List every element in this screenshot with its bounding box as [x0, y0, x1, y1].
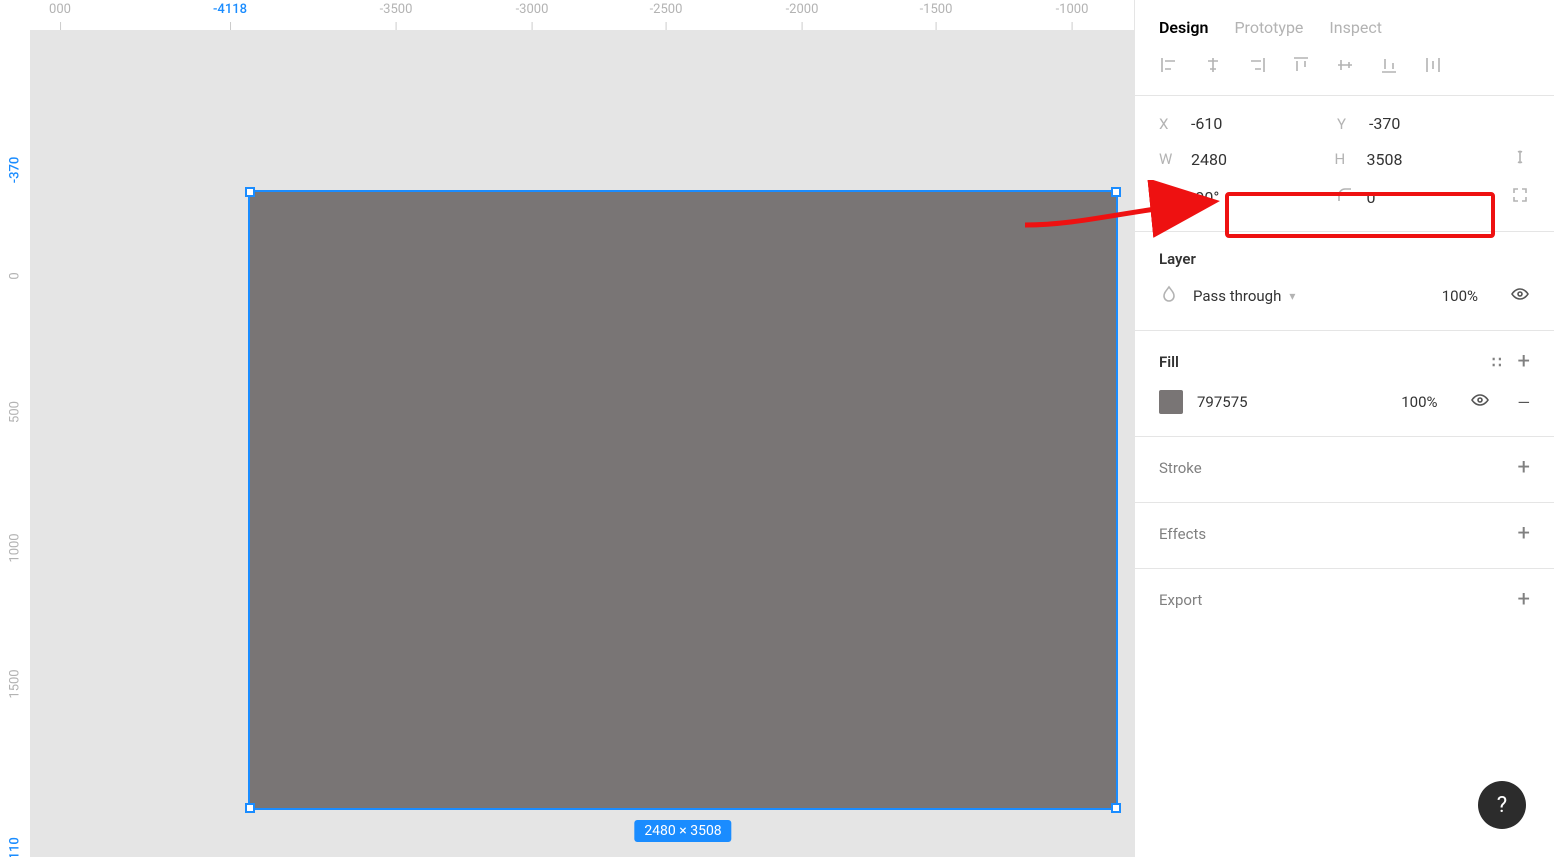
y-label: Y — [1337, 115, 1355, 133]
canvas-area[interactable]: 000-4118-3500-3000-2500-2000-1500-1000-6… — [0, 0, 1134, 857]
effects-title: Effects — [1159, 525, 1206, 543]
fill-color-swatch[interactable] — [1159, 390, 1183, 414]
ruler-tick: 500 — [8, 401, 23, 423]
ruler-corner — [0, 0, 30, 30]
add-stroke-button[interactable]: + — [1518, 455, 1530, 480]
tab-inspect[interactable]: Inspect — [1329, 18, 1382, 37]
selected-frame[interactable]: 2480 × 3508 — [248, 190, 1118, 810]
rotation-icon — [1159, 185, 1177, 209]
ruler-tick: -3500 — [380, 2, 413, 17]
panel-tabs: Design Prototype Inspect — [1135, 0, 1554, 55]
layer-opacity-field[interactable]: 100% — [1442, 287, 1478, 305]
remove-fill-button[interactable]: — — [1518, 393, 1531, 412]
width-field[interactable]: W2480 — [1159, 150, 1315, 169]
h-label: H — [1335, 150, 1353, 168]
ruler-tick: -370 — [8, 157, 23, 184]
add-effect-button[interactable]: + — [1518, 521, 1530, 546]
w-label: W — [1159, 150, 1177, 168]
blend-mode-teardrop-icon[interactable] — [1159, 284, 1179, 308]
align-top-icon[interactable] — [1291, 55, 1311, 75]
distribute-icon[interactable] — [1423, 55, 1443, 75]
resize-handle-top-left[interactable] — [245, 187, 255, 197]
blend-mode-dropdown[interactable]: Pass through▾ — [1193, 287, 1295, 305]
independent-corners-icon[interactable] — [1510, 185, 1530, 209]
align-left-icon[interactable] — [1159, 55, 1179, 75]
layer-title: Layer — [1159, 250, 1196, 268]
resize-handle-top-right[interactable] — [1111, 187, 1121, 197]
resize-handle-bottom-right[interactable] — [1111, 803, 1121, 813]
resize-handle-bottom-left[interactable] — [245, 803, 255, 813]
add-fill-button[interactable]: + — [1518, 349, 1530, 374]
help-button[interactable]: ? — [1478, 781, 1526, 829]
ruler-tick: -2500 — [650, 2, 683, 17]
align-bottom-icon[interactable] — [1379, 55, 1399, 75]
corner-radius-icon — [1335, 185, 1353, 209]
height-field[interactable]: H3508 — [1335, 150, 1491, 169]
y-field[interactable]: Y-370 — [1337, 114, 1495, 133]
ruler-tick: 1000 — [8, 533, 23, 562]
ruler-tick: 0 — [8, 272, 23, 279]
fill-section: Fill ∷ + 797575 100% — — [1135, 331, 1554, 437]
ruler-tick: -1500 — [920, 2, 953, 17]
canvas[interactable]: 2480 × 3508 — [30, 30, 1134, 857]
effects-section: Effects + — [1135, 503, 1554, 569]
ruler-tick: 2110 — [8, 837, 23, 857]
rotation-field[interactable]: -90° — [1159, 185, 1315, 209]
style-library-icon[interactable]: ∷ — [1492, 353, 1504, 371]
stroke-title: Stroke — [1159, 459, 1202, 477]
ruler-tick: 000 — [49, 2, 71, 17]
stroke-section: Stroke + — [1135, 437, 1554, 503]
export-title: Export — [1159, 591, 1202, 609]
align-right-icon[interactable] — [1247, 55, 1267, 75]
visibility-toggle-icon[interactable] — [1510, 284, 1530, 308]
x-field[interactable]: X-610 — [1159, 114, 1317, 133]
ruler-tick: -3000 — [516, 2, 549, 17]
ruler-tick: -1000 — [1056, 2, 1089, 17]
alignment-row — [1135, 55, 1554, 96]
add-export-button[interactable]: + — [1518, 587, 1530, 612]
fill-hex-field[interactable]: 797575 — [1197, 393, 1248, 411]
ruler-tick: 1500 — [8, 669, 23, 698]
fill-visibility-icon[interactable] — [1470, 390, 1490, 414]
tab-prototype[interactable]: Prototype — [1234, 18, 1303, 37]
align-hcenter-icon[interactable] — [1203, 55, 1223, 75]
export-section: Export + — [1135, 569, 1554, 634]
transform-section: X-610 Y-370 ⬚ W2480 H3508 -90° 0 — [1135, 96, 1554, 232]
x-label: X — [1159, 115, 1177, 133]
align-vcenter-icon[interactable] — [1335, 55, 1355, 75]
constrain-proportions-icon[interactable] — [1510, 147, 1530, 171]
design-panel: Design Prototype Inspect X-610 Y-370 ⬚ W… — [1134, 0, 1554, 857]
corner-radius-field[interactable]: 0 — [1335, 185, 1491, 209]
horizontal-ruler[interactable]: 000-4118-3500-3000-2500-2000-1500-1000-6… — [30, 0, 1134, 30]
layer-section: Layer Pass through▾ 100% — [1135, 232, 1554, 331]
fill-opacity-field[interactable]: 100% — [1401, 393, 1437, 411]
vertical-ruler[interactable]: -370 0 500 1000 1500 2110 — [0, 30, 30, 857]
tab-design[interactable]: Design — [1159, 18, 1208, 37]
chevron-down-icon: ▾ — [1289, 289, 1295, 303]
selection-dimensions-badge: 2480 × 3508 — [634, 820, 731, 842]
fill-title: Fill — [1159, 353, 1179, 371]
ruler-tick: -2000 — [786, 2, 819, 17]
ruler-tick: -4118 — [213, 2, 247, 17]
